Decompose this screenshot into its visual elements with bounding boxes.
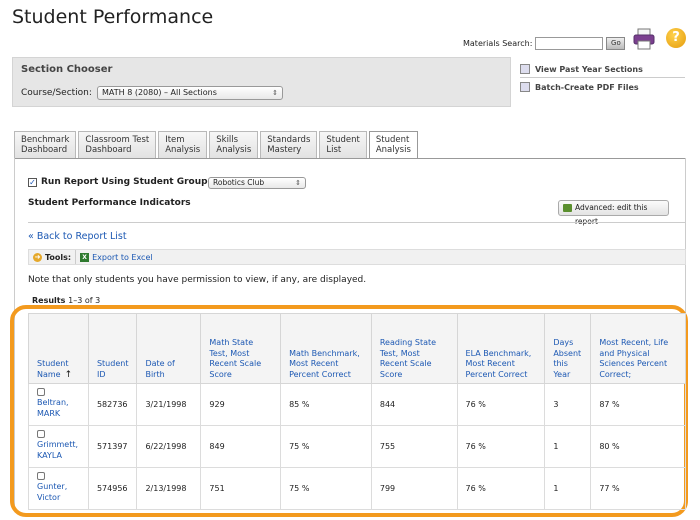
run-report-label: Run Report Using Student Group: (41, 177, 212, 187)
math-state-cell: 929 (200, 383, 282, 426)
absent-cell: 3 (544, 383, 592, 426)
tools-bar: ➜ Tools: X Export to Excel (28, 249, 686, 265)
reading-state-cell: 799 (370, 467, 458, 510)
student-name-cell[interactable]: Grimmett, KAYLA (28, 425, 89, 468)
divider (520, 77, 685, 78)
select-arrows-icon: ⇕ (272, 89, 278, 97)
col-student-id[interactable]: Student ID (87, 313, 138, 384)
tab-student-list[interactable]: Student List (319, 131, 367, 158)
ela-bench-cell: 76 % (456, 467, 546, 510)
table-row: Grimmett, KAYLA 571397 6/22/1998 849 75 %… (28, 425, 686, 468)
pdf-icon (520, 82, 530, 92)
run-report-checkbox[interactable]: ✓ (28, 177, 37, 187)
report-tabs: Benchmark Dashboard Classroom Test Dashboa… (14, 131, 420, 159)
science-cell: 77 % (590, 467, 686, 510)
absent-cell: 1 (544, 467, 592, 510)
student-name-cell[interactable]: Beltran, MARK (28, 383, 89, 426)
dob-cell: 3/21/1998 (136, 383, 202, 426)
row-checkbox[interactable] (37, 430, 45, 438)
section-chooser-title: Section Chooser (21, 64, 113, 75)
tab-classroom-test-dashboard[interactable]: Classroom Test Dashboard (78, 131, 157, 158)
math-bench-cell: 75 % (280, 467, 372, 510)
advanced-edit-button[interactable]: Advanced: edit this report (558, 200, 669, 226)
indicators-title: Student Performance Indicators (28, 198, 191, 208)
science-cell: 80 % (590, 425, 686, 468)
tab-benchmark-dashboard[interactable]: Benchmark Dashboard (14, 131, 77, 158)
course-section-value: MATH 8 (2080) – All Sections (102, 88, 217, 97)
student-id-cell: 571397 (87, 425, 138, 468)
export-excel-link[interactable]: X Export to Excel (76, 252, 157, 262)
student-group-select[interactable]: Robotics Club ⇕ (208, 177, 306, 189)
materials-search: Materials Search: Go (463, 37, 626, 50)
col-reading-state-test[interactable]: Reading State Test, Most Recent Scale Sc… (370, 313, 458, 384)
absent-cell: 1 (544, 425, 592, 468)
math-bench-cell: 85 % (280, 383, 372, 426)
materials-search-label: Materials Search: (463, 39, 533, 48)
math-bench-cell: 75 % (280, 425, 372, 468)
reading-state-cell: 844 (370, 383, 458, 426)
section-chooser: Section Chooser Course/Section: MATH 8 (… (12, 57, 511, 107)
excel-icon: X (80, 252, 90, 262)
divider (28, 222, 686, 223)
tab-item-analysis[interactable]: Item Analysis (158, 131, 208, 158)
reading-state-cell: 755 (370, 425, 458, 468)
tab-student-analysis[interactable]: Student Analysis (368, 131, 418, 159)
row-checkbox[interactable] (37, 472, 45, 480)
dob-cell: 2/13/1998 (136, 467, 202, 510)
export-excel-label: Export to Excel (92, 252, 153, 262)
student-group-value: Robotics Club (213, 178, 265, 187)
student-id-cell: 582736 (87, 383, 138, 426)
tab-standards-mastery[interactable]: Standards Mastery (260, 131, 318, 158)
table-header-row: Student Name ↑ Student ID Date of Birth M… (28, 313, 686, 384)
student-id-cell: 574956 (87, 467, 138, 510)
math-state-cell: 751 (200, 467, 282, 510)
help-icon[interactable]: ? (666, 28, 686, 48)
back-to-report-list-link[interactable]: « Back to Report List (28, 231, 127, 242)
ela-bench-cell: 76 % (456, 425, 546, 468)
page-title: Student Performance (12, 6, 214, 28)
course-section-label: Course/Section: (21, 88, 92, 98)
table-row: Gunter, Victor 574956 2/13/1998 751 75 % … (28, 467, 686, 510)
student-name-cell[interactable]: Gunter, Victor (28, 467, 89, 510)
view-past-year-link[interactable]: View Past Year Sections (520, 62, 685, 76)
batch-pdf-link[interactable]: Batch-Create PDF Files (520, 80, 685, 94)
ela-bench-cell: 76 % (456, 383, 546, 426)
col-math-benchmark[interactable]: Math Benchmark, Most Recent Percent Corr… (280, 313, 372, 384)
arrow-right-icon: ➜ (33, 252, 42, 262)
col-student-name[interactable]: Student Name ↑ (28, 313, 89, 384)
edit-icon (563, 204, 572, 212)
col-date-of-birth[interactable]: Date of Birth (136, 313, 202, 384)
view-past-year-label: View Past Year Sections (535, 64, 643, 74)
col-ela-benchmark[interactable]: ELA Benchmark, Most Recent Percent Corre… (456, 313, 546, 384)
table-row: Beltran, MARK 582736 3/21/1998 929 85 % 8… (28, 383, 686, 426)
results-count: Results 1–3 of 3 (32, 296, 101, 305)
permission-note: Note that only students you have permiss… (28, 275, 367, 285)
printer-icon[interactable] (632, 28, 656, 50)
dob-cell: 6/22/1998 (136, 425, 202, 468)
tab-skills-analysis[interactable]: Skills Analysis (209, 131, 259, 158)
run-report-row: ✓ Run Report Using Student Group: (28, 177, 211, 187)
tools-label: ➜ Tools: (29, 250, 77, 264)
col-science-percent[interactable]: Most Recent, Life and Physical Sciences … (590, 313, 686, 384)
col-days-absent[interactable]: Days Absent this Year (544, 313, 592, 384)
side-links: View Past Year Sections Batch-Create PDF… (520, 62, 685, 95)
student-table: Student Name ↑ Student ID Date of Birth M… (28, 313, 686, 510)
course-section-select[interactable]: MATH 8 (2080) – All Sections ⇕ (97, 86, 283, 100)
row-checkbox[interactable] (37, 388, 45, 396)
science-cell: 87 % (590, 383, 686, 426)
calendar-icon (520, 64, 530, 74)
batch-pdf-label: Batch-Create PDF Files (535, 82, 639, 92)
sort-up-icon: ↑ (64, 369, 73, 380)
select-arrows-icon: ⇕ (295, 179, 301, 187)
go-button[interactable]: Go (606, 37, 626, 50)
materials-search-input[interactable] (535, 37, 604, 50)
col-math-state-test[interactable]: Math State Test, Most Recent Scale Score (200, 313, 282, 384)
math-state-cell: 849 (200, 425, 282, 468)
